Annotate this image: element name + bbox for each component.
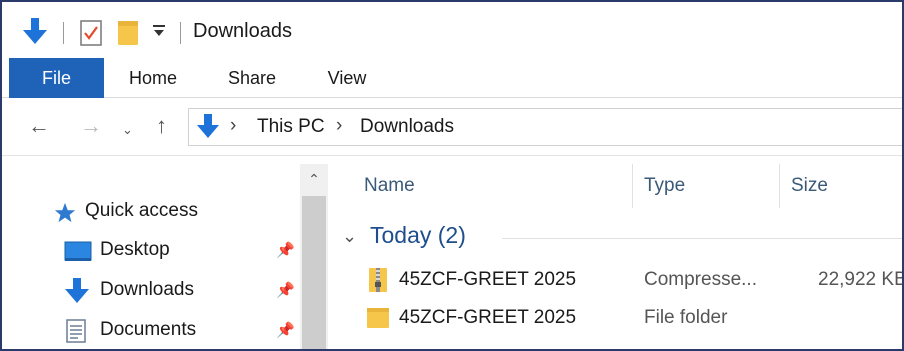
tab-share[interactable]: Share [214,58,290,98]
column-header-name[interactable]: Name [328,156,632,212]
file-list: Name Type Size ⌄ Today (2) 45ZCF-GREET 2… [328,156,904,351]
star-icon [54,202,76,229]
sidebar-item-quick-access[interactable]: Quick access [0,196,300,228]
file-explorer-window: Downloads File Home Share View ← → ⌄ ↑ ›… [0,0,904,351]
downloads-icon [65,278,89,309]
group-header-today[interactable]: ⌄ Today (2) [342,222,902,256]
downloads-arrow-icon[interactable] [22,18,48,51]
group-divider [502,238,902,239]
pin-icon[interactable]: 📌 [276,241,295,259]
file-name: 45ZCF-GREET 2025 [399,307,577,328]
chevron-down-icon[interactable]: ⌄ [342,226,357,247]
documents-icon [66,319,86,348]
column-header-label: Size [791,175,828,196]
qat-separator [63,22,64,44]
file-type: File folder [644,307,728,328]
column-header-label: Name [364,175,415,196]
pin-icon[interactable]: 📌 [276,321,295,339]
file-size: 22,922 KB [818,269,904,290]
breadcrumb-this-pc[interactable]: This PC [257,116,325,138]
breadcrumb-separator-icon[interactable]: › [230,115,236,137]
group-label: Today (2) [370,222,466,248]
forward-arrow-icon[interactable]: → [80,112,102,140]
column-header-type[interactable]: Type [633,156,779,212]
navigation-pane: Quick access Desktop 📌 Downloads 📌 Docum… [0,156,328,351]
column-header-label: Type [644,175,686,196]
new-folder-icon[interactable] [117,20,139,51]
folder-icon [366,306,390,335]
sidebar-item-downloads[interactable]: Downloads 📌 [0,275,300,307]
sidebar-item-label: Downloads [100,279,194,300]
tab-file[interactable]: File [9,58,104,98]
desktop-icon [64,241,92,268]
ribbon-tabs: File Home Share View [0,58,904,98]
pin-icon[interactable]: 📌 [276,281,295,299]
up-arrow-icon[interactable]: ↑ [156,112,167,140]
sidebar-item-label: Documents [100,319,197,340]
navigation-bar: ← → ⌄ ↑ › This PC › Downloads [0,98,904,156]
column-header-size[interactable]: Size [780,156,904,212]
sidebar-item-label: Desktop [100,239,170,260]
tab-view[interactable]: View [312,58,382,98]
properties-check-icon[interactable] [80,20,102,51]
sidebar-item-label: Quick access [85,200,198,221]
sidebar-item-documents[interactable]: Documents 📌 [0,315,300,347]
sidebar-item-desktop[interactable]: Desktop 📌 [0,235,300,267]
nav-scrollbar-thumb[interactable] [302,196,326,351]
customize-qat-icon[interactable] [152,22,166,45]
downloads-location-icon [197,114,219,145]
file-type: Compresse... [644,269,757,290]
tab-home[interactable]: Home [112,58,194,98]
zip-folder-icon [368,267,388,298]
qat-separator [180,22,181,44]
breadcrumb-downloads[interactable]: Downloads [360,116,454,138]
address-bar[interactable]: › This PC › Downloads [188,108,904,146]
recent-locations-chevron-icon[interactable]: ⌄ [122,116,133,144]
window-title: Downloads [193,20,292,42]
list-item[interactable]: 45ZCF-GREET 2025 File folder [364,301,904,335]
file-name: 45ZCF-GREET 2025 [399,269,577,290]
scroll-up-chevron-icon[interactable]: ⌃ [300,164,328,194]
list-item[interactable]: 45ZCF-GREET 2025 Compresse... 22,922 KB [364,263,904,297]
breadcrumb-separator-icon[interactable]: › [336,115,342,137]
back-arrow-icon[interactable]: ← [28,112,50,140]
title-bar: Downloads [0,0,904,58]
